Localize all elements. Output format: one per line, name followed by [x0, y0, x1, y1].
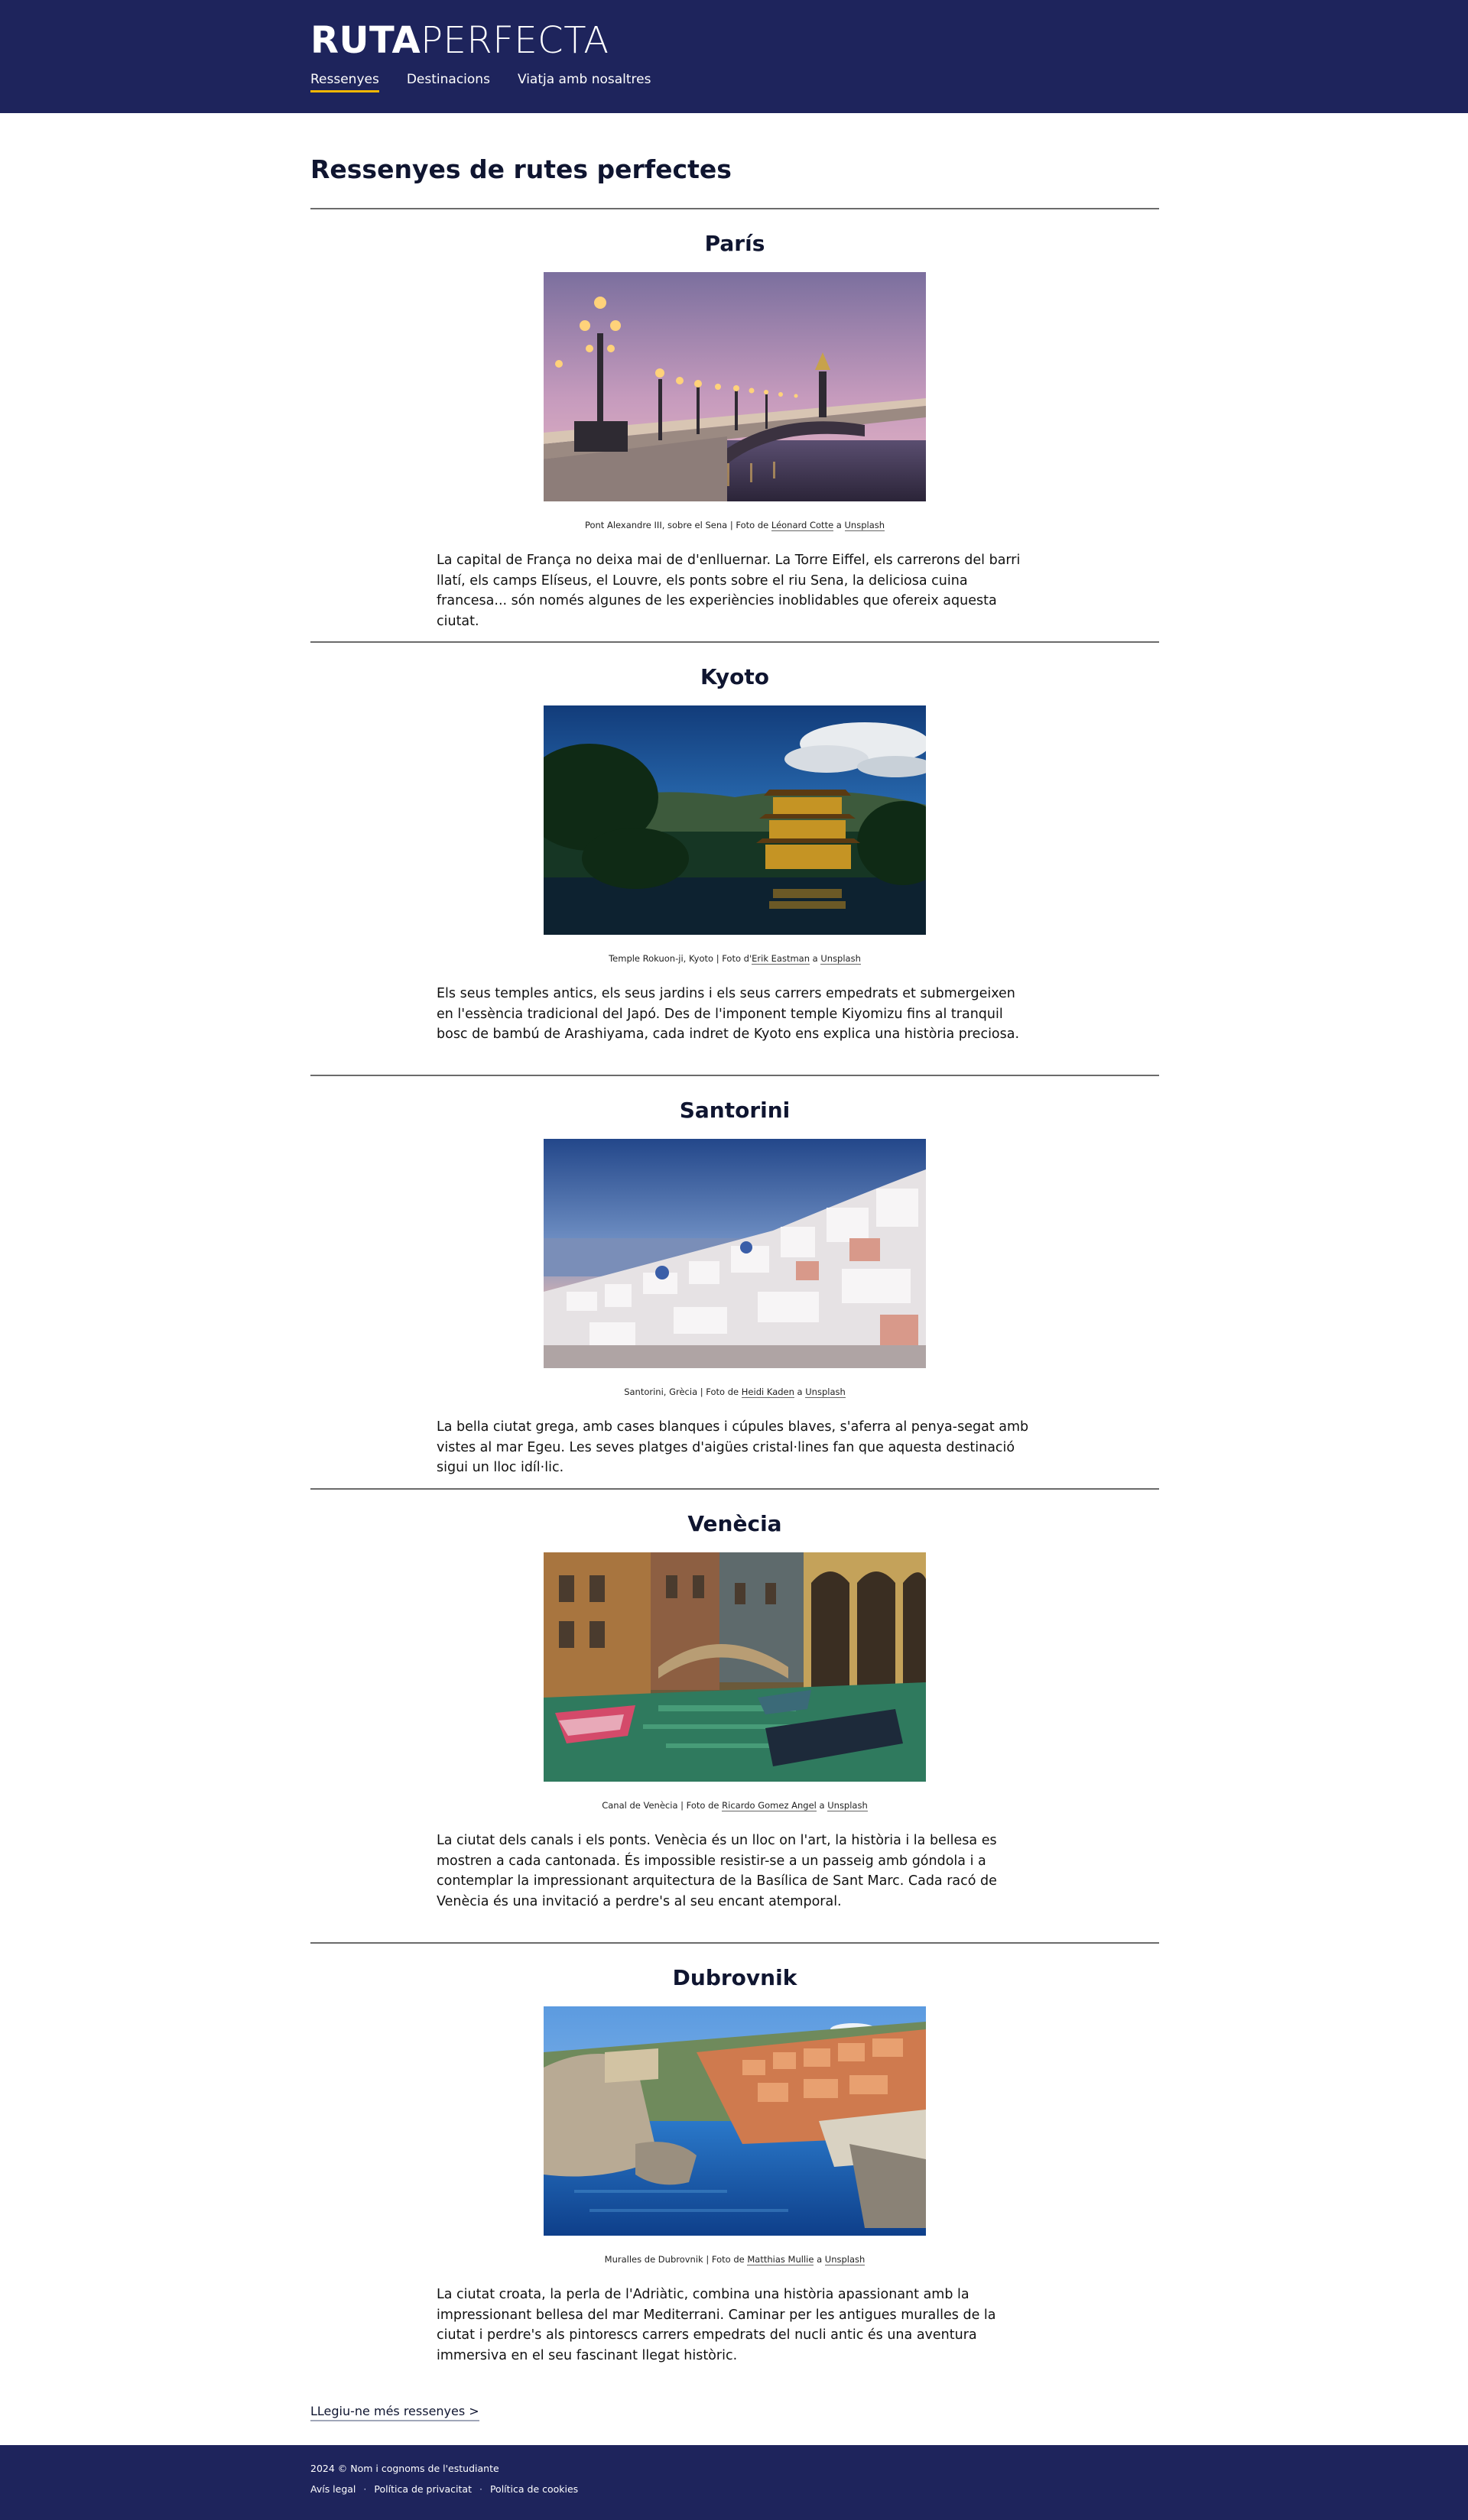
source-link[interactable]: Unsplash	[827, 1800, 868, 1811]
review-description: La bella ciutat grega, amb cases blanque…	[437, 1419, 1029, 1475]
footer-separator: ·	[479, 2483, 482, 2495]
review-dubrovnik: Dubrovnik Muralles de Dubrovnik | Foto d…	[310, 1942, 1159, 2396]
more-reviews-link[interactable]: LLegiu-ne més ressenyes >	[310, 2404, 479, 2421]
source-link[interactable]: Unsplash	[844, 520, 885, 531]
review-description: La ciutat dels canals i els ponts. Venèc…	[437, 1833, 997, 1909]
main-nav: Ressenyes Destinacions Viatja amb nosalt…	[310, 72, 1159, 92]
review-title: Santorini	[679, 1098, 791, 1123]
source-link[interactable]: Unsplash	[820, 953, 861, 965]
review-caption: Santorini, Grècia | Foto de Heidi Kaden …	[310, 1386, 1159, 1398]
photographer-link[interactable]: Heidi Kaden	[741, 1386, 794, 1398]
review-photo-kyoto	[544, 705, 926, 935]
source-link[interactable]: Unsplash	[824, 2254, 866, 2265]
caption-text: Canal de Venècia | Foto de	[602, 1800, 723, 1811]
caption-mid: a	[816, 1800, 828, 1811]
review-caption: Muralles de Dubrovnik | Foto de Matthias…	[310, 2254, 1159, 2265]
caption-text: Santorini, Grècia | Foto de	[624, 1386, 742, 1397]
footer-inner: 2024 © Nom i cognoms de l'estudiante Aví…	[310, 2445, 1468, 2495]
caption-mid: a	[814, 2254, 825, 2265]
photographer-link[interactable]: Ricardo Gomez Angel	[722, 1800, 817, 1811]
photographer-link[interactable]: Erik Eastman	[752, 953, 810, 965]
review-photo-paris	[544, 272, 926, 501]
nav-item-viatja[interactable]: Viatja amb nosaltres	[518, 72, 651, 92]
site-footer: 2024 © Nom i cognoms de l'estudiante Aví…	[0, 2445, 1468, 2520]
review-caption: Pont Alexandre III, sobre el Sena | Foto…	[310, 520, 1159, 531]
review-venecia: Venècia Canal de Venècia | Foto de Ricar…	[310, 1488, 1159, 1942]
review-description: Els seus temples antics, els seus jardin…	[437, 986, 1020, 1042]
main-content: Ressenyes de rutes perfectes París Pont …	[310, 113, 1159, 2421]
review-caption: Temple Rokuon-ji, Kyoto | Foto d'Erik Ea…	[310, 953, 1159, 965]
footer-link-legal[interactable]: Avís legal	[310, 2483, 356, 2495]
site-logo[interactable]: RUTAPERFECTA	[310, 21, 1159, 60]
nav-item-destinacions[interactable]: Destinacions	[407, 72, 490, 92]
review-santorini: Santorini Santorini, Grècia | Foto de He…	[310, 1075, 1159, 1488]
review-description: La capital de França no deixa mai de d'e…	[437, 553, 1021, 629]
review-title: Kyoto	[700, 664, 769, 689]
caption-mid: a	[794, 1386, 806, 1397]
review-title: Dubrovnik	[672, 1965, 797, 1990]
footer-copyright: 2024 © Nom i cognoms de l'estudiante	[310, 2463, 499, 2474]
footer-link-cookies[interactable]: Política de cookies	[490, 2483, 578, 2495]
caption-text: Temple Rokuon-ji, Kyoto | Foto d'	[609, 953, 752, 964]
footer-links: Avís legal · Política de privacitat · Po…	[310, 2483, 1468, 2495]
review-paris: París Pont Alexandre III, sobre el Sena …	[310, 208, 1159, 641]
review-title: París	[704, 231, 765, 256]
page-title: Ressenyes de rutes perfectes	[310, 154, 732, 184]
caption-mid: a	[810, 953, 821, 964]
photographer-link[interactable]: Léonard Cotte	[771, 520, 834, 531]
review-photo-venecia	[544, 1552, 926, 1782]
review-description: La ciutat croata, la perla de l'Adriàtic…	[437, 2287, 996, 2363]
review-photo-santorini	[544, 1139, 926, 1368]
photographer-link[interactable]: Matthias Mullie	[747, 2254, 814, 2265]
footer-separator: ·	[363, 2483, 367, 2495]
caption-text: Pont Alexandre III, sobre el Sena | Foto…	[584, 520, 771, 530]
source-link[interactable]: Unsplash	[805, 1386, 846, 1398]
caption-mid: a	[833, 520, 845, 530]
header-inner: RUTAPERFECTA Ressenyes Destinacions Viat…	[310, 0, 1159, 92]
logo-bold-text: RUTA	[310, 19, 421, 62]
review-kyoto: Kyoto Temple Rokuon-ji, Kyoto | Foto d'E…	[310, 641, 1159, 1075]
caption-text: Muralles de Dubrovnik | Foto de	[604, 2254, 748, 2265]
site-header: RUTAPERFECTA Ressenyes Destinacions Viat…	[0, 0, 1468, 113]
footer-link-privacy[interactable]: Política de privacitat	[374, 2483, 472, 2495]
review-caption: Canal de Venècia | Foto de Ricardo Gomez…	[310, 1800, 1159, 1811]
logo-thin-text: PERFECTA	[421, 19, 609, 62]
review-photo-dubrovnik	[544, 2006, 926, 2236]
review-title: Venècia	[687, 1511, 782, 1536]
nav-item-ressenyes[interactable]: Ressenyes	[310, 72, 379, 92]
